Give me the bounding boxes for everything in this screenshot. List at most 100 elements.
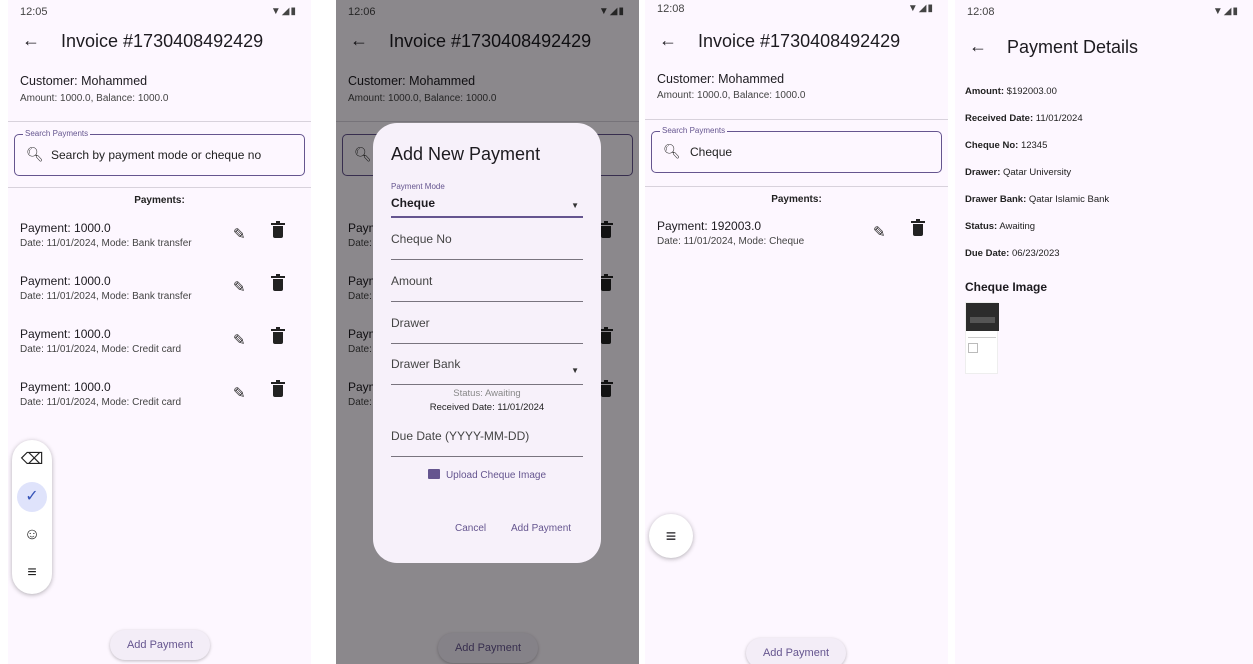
amount-balance: Amount: 1000.0, Balance: 1000.0 [657,90,806,101]
detail-drawer: Drawer: Qatar University [965,167,1072,178]
cheque-image-thumbnail[interactable] [965,302,999,374]
payment-detail: Date: 11/01/2024, Mode: Bank transfer [20,291,192,302]
screen-filtered-payments: 12:08 ▼◢▮ ← Invoice #1730408492429 Custo… [645,0,948,664]
status-bar: 12:05 ▼◢▮ [8,6,311,20]
payment-amount: Payment: 1000.0 [20,327,111,341]
app-bar: ← Invoice #1730408492429 [8,28,311,58]
menu-icon[interactable]: ≡ [649,514,693,558]
detail-cheque-no: Cheque No: 12345 [965,140,1048,151]
field-underline [391,384,583,385]
field-underline [391,259,583,260]
status-bar: 12:08 ▼◢▮ [645,3,948,17]
app-bar: ← Payment Details [955,34,1253,64]
emoji-icon[interactable]: ☺ [17,520,47,550]
list-item[interactable]: Payment: 1000.0 Date: 11/01/2024, Mode: … [20,221,311,261]
edit-pencil-icon[interactable]: ✎ [233,331,246,349]
status-text: Status: Awaiting [453,388,521,399]
payment-mode-label: Payment Mode [391,182,445,191]
field-underline [391,301,583,302]
detail-drawer-bank: Drawer Bank: Qatar Islamic Bank [965,194,1110,205]
edit-pencil-icon[interactable]: ✎ [233,384,246,402]
field-underline [391,343,583,344]
received-date: Received Date: 11/01/2024 [429,402,545,413]
upload-cheque-image-button[interactable]: Upload Cheque Image [373,469,601,481]
app-bar: ← Invoice #1730408492429 [645,28,948,58]
detail-due-date: Due Date: 06/23/2023 [965,248,1060,259]
divider [8,187,311,188]
image-icon [427,469,440,479]
keyboard-toolbar: ⌫ ✓ ☺ ≡ [12,440,52,594]
search-value: Cheque [690,145,733,159]
customer-name: Customer: Mohammed [657,72,785,86]
drawer-field[interactable]: Drawer [391,316,430,330]
delete-trash-icon[interactable] [911,219,925,239]
add-payment-button[interactable]: Add Payment [110,630,210,660]
submit-add-payment-button[interactable]: Add Payment [511,523,571,534]
back-arrow-icon[interactable]: ← [967,36,989,57]
edit-pencil-icon[interactable]: ✎ [233,225,246,243]
search-input[interactable]: Search Payments 🔍︎ Search by payment mod… [14,129,305,176]
payment-amount: Payment: 1000.0 [20,380,111,394]
payment-amount: Payment: 192003.0 [657,219,762,233]
delete-trash-icon[interactable] [271,274,285,294]
customer-name: Customer: Mohammed [20,74,148,88]
list-item[interactable]: Payment: 192003.0 Date: 11/01/2024, Mode… [657,219,948,259]
drawer-bank-select[interactable]: Drawer Bank [391,357,460,371]
cheque-no-field[interactable]: Cheque No [391,232,452,246]
list-item[interactable]: Payment: 1000.0 Date: 11/01/2024, Mode: … [20,327,311,367]
back-arrow-icon[interactable]: ← [657,30,679,51]
cancel-button[interactable]: Cancel [455,523,486,534]
list-item[interactable]: Payment: 1000.0 Date: 11/01/2024, Mode: … [20,380,311,420]
dropdown-caret-icon[interactable]: ▼ [571,201,579,210]
status-time: 12:08 [967,6,995,18]
status-bar: 12:08 ▼◢▮ [955,6,1253,20]
check-icon[interactable]: ✓ [17,482,47,512]
amount-balance: Amount: 1000.0, Balance: 1000.0 [20,93,169,104]
delete-trash-icon[interactable] [271,221,285,241]
field-underline [391,216,583,218]
due-date-field[interactable]: Due Date (YYYY-MM-DD) [391,429,529,443]
menu-icon[interactable]: ≡ [17,558,47,588]
payment-mode-select[interactable]: Cheque [391,196,435,210]
payments-header: Payments: [134,195,185,206]
cheque-image-heading: Cheque Image [965,280,1048,294]
amount-field[interactable]: Amount [391,274,432,288]
add-payment-button[interactable]: Add Payment [746,638,846,664]
page-title: Payment Details [1007,37,1139,57]
status-time: 12:05 [20,6,48,18]
screen-add-payment-dialog: 12:06 ▼◢▮ ← Invoice #1730408492429 Custo… [336,0,639,664]
signal-battery-icon: ▼◢▮ [907,3,934,14]
dialog-title: Add New Payment [391,144,541,164]
detail-received-date: Received Date: 11/01/2024 [965,113,1083,124]
screen-payment-details: 12:08 ▼◢▮ ← Payment Details Amount: $192… [955,0,1253,664]
screen-invoice-list: 12:05 ▼◢▮ ← Invoice #1730408492429 Custo… [8,0,311,664]
payment-detail: Date: 11/01/2024, Mode: Credit card [20,344,182,355]
payment-detail: Date: 11/01/2024, Mode: Credit card [20,397,182,408]
payment-amount: Payment: 1000.0 [20,274,111,288]
detail-status: Status: Awaiting [965,221,1036,232]
page-title: Invoice #1730408492429 [698,31,901,51]
search-placeholder: Search by payment mode or cheque no [51,148,262,162]
divider [8,121,311,122]
search-icon: 🔍︎ [26,146,44,162]
delete-trash-icon[interactable] [271,327,285,347]
divider [645,119,948,120]
edit-pencil-icon[interactable]: ✎ [873,223,886,241]
list-item[interactable]: Payment: 1000.0 Date: 11/01/2024, Mode: … [20,274,311,314]
edit-pencil-icon[interactable]: ✎ [233,278,246,296]
delete-trash-icon[interactable] [271,380,285,400]
payment-amount: Payment: 1000.0 [20,221,111,235]
backspace-icon[interactable]: ⌫ [17,445,47,475]
signal-battery-icon: ▼◢▮ [1212,6,1239,17]
back-arrow-icon[interactable]: ← [20,30,42,51]
add-payment-dialog: Add New Payment Payment Mode Cheque ▼ Ch… [373,123,601,563]
dropdown-caret-icon[interactable]: ▼ [571,366,579,375]
detail-amount: Amount: $192003.00 [965,86,1057,97]
search-input[interactable]: Search Payments 🔍︎ Cheque [651,126,942,173]
payment-detail: Date: 11/01/2024, Mode: Cheque [657,236,805,247]
payments-header: Payments: [771,194,822,205]
search-icon: 🔍︎ [663,143,681,159]
search-label: Search Payments [660,126,728,135]
divider [645,186,948,187]
search-label: Search Payments [23,129,91,138]
